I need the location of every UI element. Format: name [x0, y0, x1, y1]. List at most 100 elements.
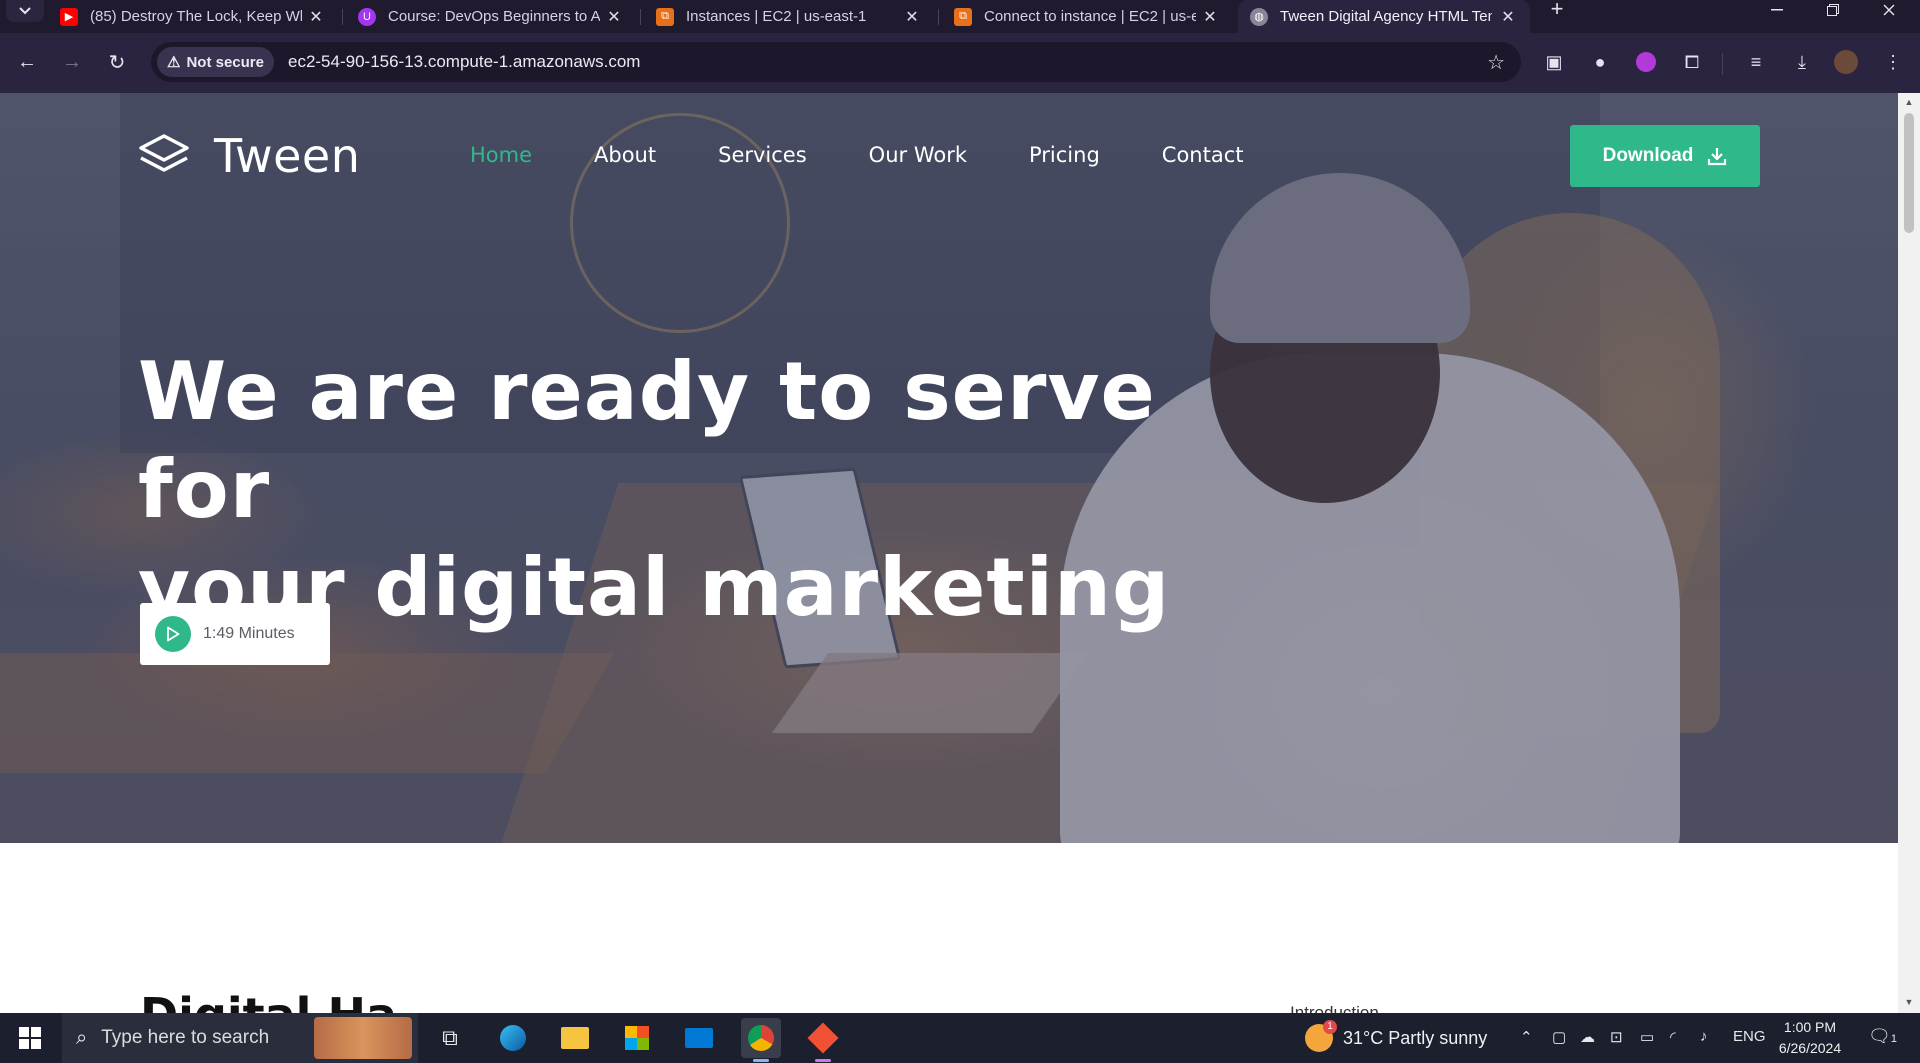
close-tab-icon[interactable]: ✕	[1498, 7, 1518, 27]
close-tab-icon[interactable]: ✕	[306, 7, 326, 27]
onedrive-icon[interactable]: ☁	[1580, 1028, 1595, 1046]
back-button[interactable]: ←	[12, 47, 42, 77]
arrow-left-icon: ←	[17, 50, 37, 73]
toolbar-divider	[1722, 53, 1723, 75]
media-control-icon[interactable]: ≡	[1743, 49, 1769, 75]
language-indicator[interactable]: ENG	[1733, 1028, 1766, 1045]
play-video-button[interactable]: 1:49 Minutes	[140, 603, 330, 665]
nav-our-work[interactable]: Our Work	[869, 143, 967, 167]
tab-ec2-instances[interactable]: ⧉ Instances | EC2 | us-east-1 ✕	[644, 0, 934, 33]
notification-center-icon[interactable]: 🗨1	[1868, 1026, 1897, 1047]
edge-icon[interactable]	[493, 1018, 533, 1058]
chrome-icon[interactable]	[741, 1018, 781, 1062]
new-tab-button[interactable]: +	[1544, 0, 1570, 20]
download-icon	[1708, 148, 1727, 166]
tab-title: Course: DevOps Beginners to A	[388, 8, 600, 25]
file-explorer-icon[interactable]	[555, 1018, 595, 1058]
microsoft-store-icon[interactable]	[617, 1018, 657, 1058]
extension-icon[interactable]: ●	[1587, 49, 1613, 75]
nav-home[interactable]: Home	[470, 143, 532, 167]
start-button[interactable]	[0, 1013, 60, 1063]
wifi-icon[interactable]: ◜	[1670, 1028, 1676, 1046]
minimize-button[interactable]	[1754, 0, 1800, 20]
clock-date: 6/26/2024	[1778, 1040, 1842, 1056]
forward-button[interactable]: →	[57, 47, 87, 77]
weather-text: 31°C Partly sunny	[1343, 1027, 1488, 1048]
git-icon[interactable]	[803, 1018, 843, 1062]
tab-divider	[938, 9, 939, 25]
weather-icon: 1	[1305, 1020, 1337, 1052]
mail-icon[interactable]	[679, 1018, 719, 1058]
nav-about[interactable]: About	[594, 143, 656, 167]
search-placeholder: Type here to search	[101, 1027, 270, 1048]
download-button[interactable]: Download	[1570, 125, 1760, 187]
battery-icon[interactable]: ▭	[1640, 1028, 1654, 1046]
security-icon[interactable]: ⊡	[1610, 1028, 1623, 1046]
chevron-up-icon[interactable]: ⌃	[1520, 1028, 1533, 1046]
reload-icon: ↻	[108, 51, 126, 74]
layers-icon	[139, 134, 189, 172]
nav-contact[interactable]: Contact	[1162, 143, 1244, 167]
nav-services[interactable]: Services	[718, 143, 807, 167]
scroll-up-icon[interactable]: ▲	[1903, 97, 1915, 107]
close-icon	[1883, 4, 1895, 16]
aws-icon: ⧉	[656, 7, 674, 26]
close-tab-icon[interactable]: ✕	[1200, 7, 1220, 27]
close-window-button[interactable]	[1866, 0, 1912, 20]
more-menu-icon[interactable]: ⋮	[1880, 49, 1906, 75]
headset-extension-icon[interactable]	[1633, 49, 1659, 75]
arrow-right-icon: →	[62, 50, 82, 73]
task-view-icon[interactable]: ⧉	[430, 1018, 470, 1058]
section-heading: Digital Ha	[140, 988, 397, 1013]
puzzle-icon[interactable]: ⧠	[1679, 49, 1705, 75]
page-scrollbar[interactable]: ▲ ▼	[1898, 93, 1920, 1013]
tab-youtube[interactable]: ▶ (85) Destroy The Lock, Keep Wh ✕	[48, 0, 338, 33]
site-logo[interactable]: Tween	[138, 129, 360, 183]
site-info-button[interactable]: ⚠ Not secure	[157, 47, 274, 77]
notification-count: 1	[1890, 1033, 1897, 1045]
scroll-down-icon[interactable]: ▼	[1903, 997, 1915, 1007]
weather-widget[interactable]: 1 31°C Partly sunny	[1305, 1013, 1487, 1063]
tab-udemy[interactable]: U Course: DevOps Beginners to A ✕	[346, 0, 636, 33]
tab-title: (85) Destroy The Lock, Keep Wh	[90, 8, 302, 25]
aws-icon: ⧉	[954, 7, 972, 26]
browser-toolbar: ← → ↻ ⚠ Not secure ec2-54-90-156-13.comp…	[0, 33, 1920, 93]
tab-title: Tween Digital Agency HTML Ten	[1280, 8, 1492, 25]
reload-button[interactable]: ↻	[102, 47, 132, 77]
taskbar-search[interactable]: ⌕ Type here to search	[62, 1013, 418, 1063]
udemy-icon: U	[358, 7, 376, 26]
hero-section: Tween Home About Services Our Work Prici…	[0, 93, 1898, 843]
address-bar[interactable]: ⚠ Not secure ec2-54-90-156-13.compute-1.…	[151, 42, 1521, 82]
tab-title: Connect to instance | EC2 | us-e	[984, 8, 1196, 25]
video-duration: 1:49 Minutes	[203, 625, 295, 642]
main-nav: Home About Services Our Work Pricing Con…	[470, 143, 1306, 167]
cast-icon[interactable]: ▣	[1541, 49, 1567, 75]
restore-button[interactable]	[1810, 0, 1856, 20]
bookmark-star-icon[interactable]: ☆	[1487, 50, 1505, 75]
avatar[interactable]	[1833, 49, 1859, 75]
system-clock[interactable]: 1:00 PM 6/26/2024	[1770, 1017, 1850, 1059]
close-tab-icon[interactable]: ✕	[604, 7, 624, 27]
clock-time: 1:00 PM	[1783, 1019, 1837, 1035]
tab-title: Instances | EC2 | us-east-1	[686, 8, 867, 25]
search-icon: ⌕	[76, 1026, 88, 1049]
url-text[interactable]: ec2-54-90-156-13.compute-1.amazonaws.com	[288, 52, 640, 72]
minimize-icon	[1771, 9, 1783, 11]
tab-strip: ▶ (85) Destroy The Lock, Keep Wh ✕ U Cou…	[0, 0, 1920, 33]
close-tab-icon[interactable]: ✕	[902, 7, 922, 27]
nav-pricing[interactable]: Pricing	[1029, 143, 1100, 167]
volume-icon[interactable]: ♪	[1700, 1028, 1708, 1045]
play-icon	[155, 616, 191, 652]
hero-title-line-1: We are ready to serve for	[138, 345, 1156, 536]
hero-title: We are ready to serve for your digital m…	[138, 343, 1238, 637]
warning-icon: ⚠	[167, 54, 181, 71]
section-tab-label[interactable]: Introduction	[1290, 1003, 1379, 1013]
tab-tween[interactable]: ◍ Tween Digital Agency HTML Ten ✕	[1238, 0, 1530, 33]
meet-now-icon[interactable]: ▢	[1552, 1028, 1566, 1046]
tab-search-button[interactable]	[6, 0, 44, 22]
download-icon[interactable]: ⤓	[1789, 49, 1815, 75]
scrollbar-thumb[interactable]	[1904, 113, 1914, 233]
windows-icon	[19, 1027, 41, 1049]
tab-ec2-connect[interactable]: ⧉ Connect to instance | EC2 | us-e ✕	[942, 0, 1232, 33]
youtube-icon: ▶	[60, 7, 78, 26]
